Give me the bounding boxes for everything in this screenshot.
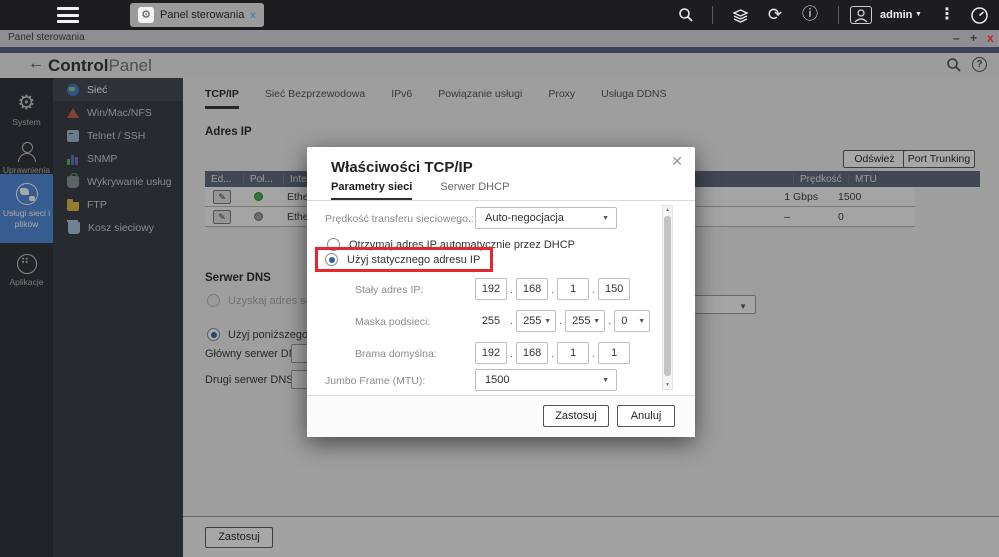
static-ip-label: Stały adres IP: xyxy=(355,284,423,296)
gw-octet-1[interactable] xyxy=(475,342,507,364)
ip-octet-3[interactable] xyxy=(557,278,589,300)
dialog-footer: Zastosuj Anuluj xyxy=(307,395,695,437)
scrollbar-thumb[interactable] xyxy=(664,216,671,376)
mask-inputs: 255 . 255 ▼ . 255 ▼ . 0 ▼ xyxy=(475,310,650,332)
window-title: Panel sterowania xyxy=(8,32,85,43)
gw-octet-3[interactable] xyxy=(557,342,589,364)
window-title-bar: Panel sterowania – + x xyxy=(0,30,999,47)
window-top-border xyxy=(0,47,999,53)
ip-octet-2[interactable] xyxy=(516,278,548,300)
mask-octet-4-select[interactable]: 0 ▼ xyxy=(614,310,650,332)
close-window-icon[interactable]: x xyxy=(987,31,994,45)
user-avatar-icon[interactable] xyxy=(850,6,872,24)
app-tab-label: Panel sterowania xyxy=(160,9,244,21)
mtu-select[interactable]: 1500 ▼ xyxy=(475,369,617,391)
app-tab-panel-sterowania[interactable]: ⚙ Panel sterowania x xyxy=(130,3,264,27)
dialog-cancel-button[interactable]: Anuluj xyxy=(617,405,675,427)
ip-octet-4[interactable] xyxy=(598,278,630,300)
topbar-divider xyxy=(838,6,839,24)
maximize-icon[interactable]: + xyxy=(970,31,977,45)
tab-serwer-dhcp[interactable]: Serwer DHCP xyxy=(440,181,509,200)
gw-octet-4[interactable] xyxy=(598,342,630,364)
chevron-down-icon: ▼ xyxy=(602,215,609,222)
static-ip-radio-highlight[interactable]: Użyj statycznego adresu IP xyxy=(315,247,493,272)
dialog-apply-button[interactable]: Zastosuj xyxy=(543,405,609,427)
tcpip-properties-dialog: Właściwości TCP/IP ✕ Parametry sieci Ser… xyxy=(307,147,695,437)
mask-octet-1: 255 xyxy=(475,315,507,327)
chevron-down-icon: ▼ xyxy=(915,0,922,30)
topbar-divider xyxy=(712,6,713,24)
top-bar: ⚙ Panel sterowania x ⟳ ⓘ admin ▼ ⋮ xyxy=(0,0,999,30)
static-ip-inputs: . . . xyxy=(475,278,630,300)
minimize-icon[interactable]: – xyxy=(953,31,960,45)
dialog-scrollbar[interactable]: ▲ ▼ xyxy=(662,205,673,390)
gw-octet-2[interactable] xyxy=(516,342,548,364)
search-icon[interactable] xyxy=(675,0,697,34)
info-icon[interactable]: ⓘ xyxy=(798,0,822,30)
dialog-tabs: Parametry sieci Serwer DHCP xyxy=(331,181,509,200)
admin-menu[interactable]: admin xyxy=(880,0,912,30)
speed-select[interactable]: Auto-negocjacja ▼ xyxy=(475,207,617,229)
screen: ⚙ Panel sterowania x ⟳ ⓘ admin ▼ ⋮ Panel… xyxy=(0,0,999,557)
tab-close-icon[interactable]: x xyxy=(250,10,256,21)
ip-octet-1[interactable] xyxy=(475,278,507,300)
gear-icon: ⚙ xyxy=(138,7,154,23)
scroll-down-icon[interactable]: ▼ xyxy=(663,382,672,388)
chevron-down-icon: ▼ xyxy=(602,377,609,384)
mask-label: Maska podsieci: xyxy=(355,316,430,328)
gateway-inputs: . . . xyxy=(475,342,630,364)
close-icon[interactable]: ✕ xyxy=(671,153,683,170)
mask-octet-3-select[interactable]: 255 ▼ xyxy=(565,310,605,332)
radio-selected-icon xyxy=(325,253,338,266)
tab-parametry-sieci[interactable]: Parametry sieci xyxy=(331,181,412,200)
gateway-label: Brama domyślna: xyxy=(355,348,437,360)
dialog-title: Właściwości TCP/IP xyxy=(331,159,473,176)
main-menu-icon[interactable] xyxy=(57,7,79,23)
mask-octet-2-select[interactable]: 255 ▼ xyxy=(516,310,556,332)
scroll-up-icon[interactable]: ▲ xyxy=(663,207,672,213)
speed-label: Prędkość transferu sieciowego.: xyxy=(325,213,474,225)
mtu-label: Jumbo Frame (MTU): xyxy=(325,375,425,387)
refresh-icon[interactable]: ⟳ xyxy=(763,0,787,30)
more-options-icon[interactable]: ⋮ xyxy=(938,0,956,30)
dialog-separator xyxy=(307,200,695,201)
